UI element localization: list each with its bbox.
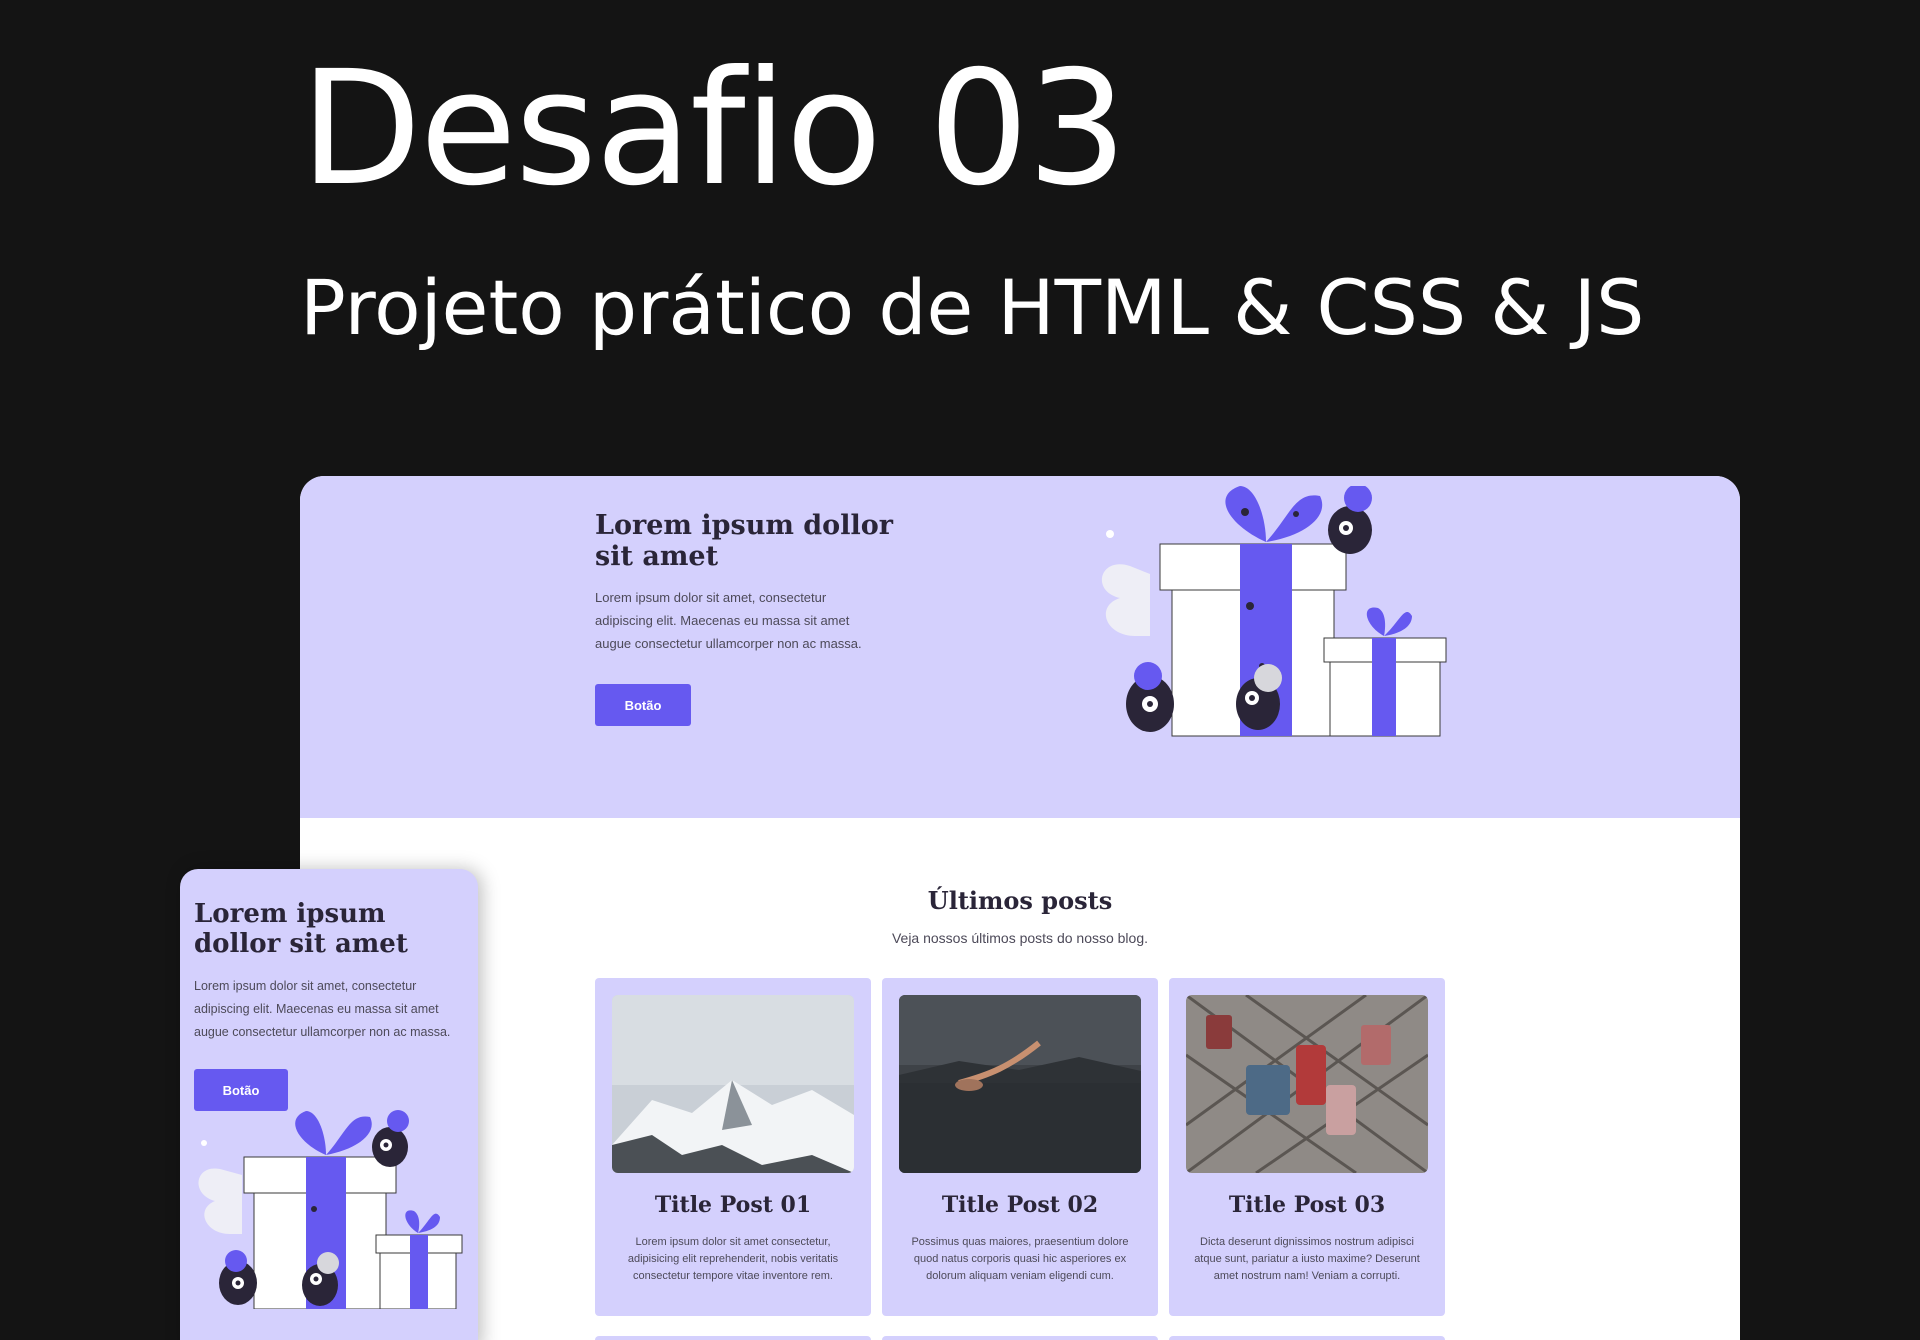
hero-title: Lorem ipsum dollor sit amet xyxy=(595,510,893,572)
mobile-hero-button[interactable]: Botão xyxy=(194,1069,288,1111)
card-text: Dicta deserunt dignissimos nostrum adipi… xyxy=(1194,1236,1420,1282)
post-card[interactable]: Title Post 01 Lorem ipsum dolor sit amet… xyxy=(595,978,871,1316)
desktop-mockup: Lorem ipsum dollor sit amet Lorem ipsum … xyxy=(300,476,1740,1340)
hero-section: Lorem ipsum dollor sit amet Lorem ipsum … xyxy=(300,476,1740,818)
swimmer-lake-photo xyxy=(899,995,1141,1173)
post-card-partial xyxy=(882,1336,1158,1340)
post-card-partial xyxy=(1169,1336,1445,1340)
post-card-partial xyxy=(595,1336,871,1340)
snowy-mountains-photo xyxy=(612,995,854,1173)
gift-boxes-monsters-illustration xyxy=(198,1110,463,1309)
page-subtitle: Projeto prático de HTML & CSS & JS xyxy=(300,263,1645,352)
mobile-hero-title: Lorem ipsum dollor sit amet xyxy=(194,899,408,959)
card-text: Possimus quas maiores, praesentium dolor… xyxy=(911,1236,1129,1282)
posts-subtitle: Veja nossos últimos posts do nosso blog. xyxy=(891,930,1149,946)
hero-text: Lorem ipsum dolor sit amet, consectetur … xyxy=(595,590,862,651)
love-padlocks-photo xyxy=(1186,995,1428,1173)
mobile-hero-text: Lorem ipsum dolor sit amet, consectetur … xyxy=(194,979,451,1039)
posts-title: Últimos posts xyxy=(927,886,1113,915)
mobile-mockup: Lorem ipsum dollor sit amet Lorem ipsum … xyxy=(180,869,478,1340)
gift-boxes-monsters-illustration xyxy=(1101,486,1447,737)
page-title: Desafio 03 xyxy=(300,37,1127,221)
card-text: Lorem ipsum dolor sit amet consectetur, … xyxy=(627,1236,839,1282)
card-title: Title Post 03 xyxy=(1228,1192,1386,1218)
post-card[interactable]: Title Post 03 Dicta deserunt dignissimos… xyxy=(1169,978,1445,1316)
hero-button[interactable]: Botão xyxy=(595,684,691,726)
card-title: Title Post 02 xyxy=(941,1192,1099,1218)
card-title: Title Post 01 xyxy=(654,1192,812,1218)
post-card[interactable]: Title Post 02 Possimus quas maiores, pra… xyxy=(882,978,1158,1316)
